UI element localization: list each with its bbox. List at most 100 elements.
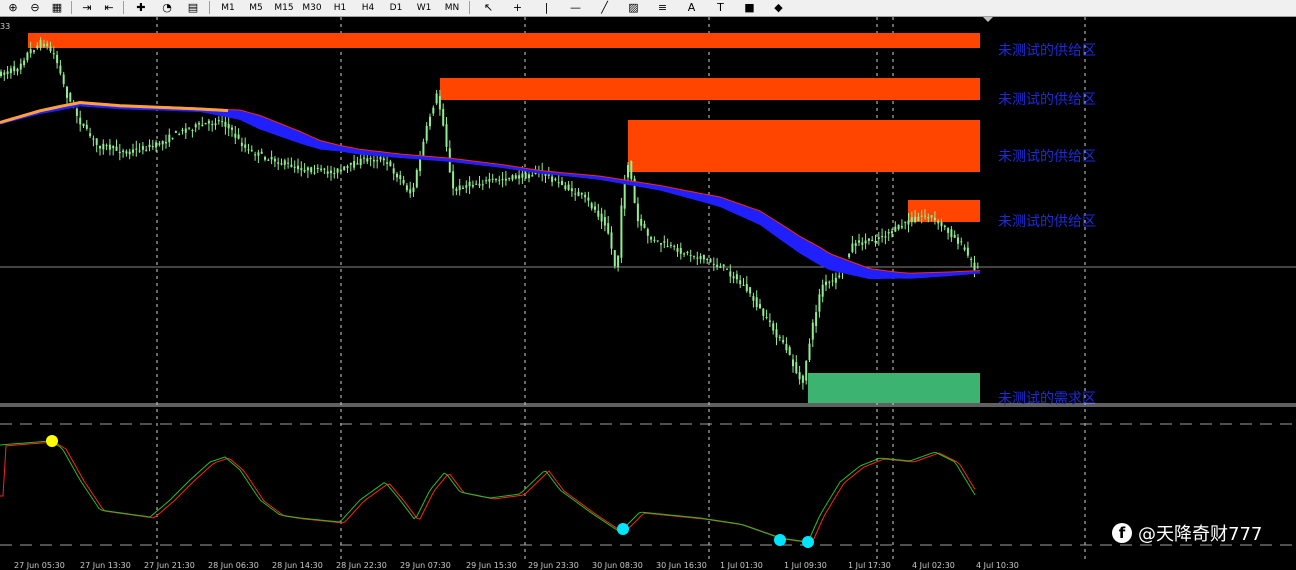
x-axis-label: 29 Jun 23:30 bbox=[528, 561, 579, 570]
candle-body bbox=[112, 146, 115, 149]
candle-body bbox=[927, 217, 930, 219]
candle-body bbox=[749, 287, 752, 294]
candle-body bbox=[600, 213, 603, 222]
candle-body bbox=[557, 182, 560, 184]
candle-body bbox=[597, 210, 600, 217]
x-axis-label: 1 Jul 09:30 bbox=[784, 561, 827, 570]
candle-body bbox=[683, 253, 686, 255]
candle-body bbox=[257, 152, 260, 156]
fibonacci-icon[interactable]: ≡ bbox=[648, 0, 677, 15]
candle-body bbox=[244, 144, 247, 148]
arrow-icon[interactable]: ■ bbox=[735, 0, 764, 15]
timeframe-m15-button[interactable]: M15 bbox=[270, 0, 298, 15]
candle-body bbox=[554, 178, 557, 180]
candle-body bbox=[900, 225, 903, 228]
candle-body bbox=[19, 63, 22, 70]
candle-body bbox=[587, 197, 590, 201]
candle-body bbox=[26, 52, 29, 61]
candle-body bbox=[531, 175, 534, 177]
text-label-icon[interactable]: T bbox=[706, 0, 735, 15]
timeframe-m5-button[interactable]: M5 bbox=[242, 0, 270, 15]
supply-zone-2 bbox=[440, 78, 980, 100]
timeframe-h1-button[interactable]: H1 bbox=[326, 0, 354, 15]
x-axis-label: 1 Jul 17:30 bbox=[848, 561, 891, 570]
shapes-icon[interactable]: ◆ bbox=[764, 0, 793, 15]
candle-body bbox=[300, 168, 303, 171]
candle-body bbox=[273, 158, 276, 162]
templates-icon[interactable]: ▤ bbox=[180, 0, 206, 15]
supply-zone-label: 未测试的供给区 bbox=[998, 43, 1096, 59]
crosshair-icon[interactable]: + bbox=[503, 0, 532, 15]
candle-body bbox=[933, 217, 936, 221]
candle-body bbox=[346, 166, 349, 168]
candle-body bbox=[716, 264, 719, 267]
timeframe-h4-button[interactable]: H4 bbox=[354, 0, 382, 15]
candle-body bbox=[62, 74, 65, 85]
channel-icon[interactable]: ▨ bbox=[619, 0, 648, 15]
candle-body bbox=[821, 284, 824, 297]
candle-body bbox=[732, 276, 735, 279]
candle-body bbox=[198, 123, 200, 125]
candle-body bbox=[511, 175, 514, 180]
toolbar: ⊕ ⊖ ▦ ⇥ ⇤ ✚ ◔ ▤ M1 M5 M15 M30 H1 H4 D1 W1 MN ↖ + | — ╱ ▨ ≡ A T ■ ◆ bbox=[0, 0, 1296, 17]
candle-body bbox=[937, 221, 940, 224]
zoom-in-icon[interactable]: ⊕ bbox=[2, 0, 24, 15]
text-tool-icon[interactable]: A bbox=[677, 0, 706, 15]
candle-body bbox=[283, 160, 286, 165]
candle-body bbox=[930, 215, 933, 218]
candle-body bbox=[524, 172, 527, 179]
indicators-icon[interactable]: ✚ bbox=[128, 0, 154, 15]
candle-body bbox=[115, 146, 118, 151]
timeframe-w1-button[interactable]: W1 bbox=[410, 0, 438, 15]
candle-body bbox=[191, 129, 194, 131]
candle-body bbox=[122, 150, 125, 152]
cursor-icon[interactable]: ↖ bbox=[474, 0, 503, 15]
candle-body bbox=[838, 275, 841, 278]
candle-body bbox=[699, 256, 702, 260]
candle-body bbox=[277, 162, 280, 164]
candle-body bbox=[306, 167, 309, 171]
candle-body bbox=[320, 168, 323, 171]
candle-body bbox=[848, 253, 851, 258]
periods-icon[interactable]: ◔ bbox=[154, 0, 180, 15]
timeframe-m1-button[interactable]: M1 bbox=[214, 0, 242, 15]
candle-body bbox=[452, 171, 455, 189]
candle-body bbox=[943, 225, 946, 228]
horizontal-line-icon[interactable]: — bbox=[561, 0, 590, 15]
candle-body bbox=[468, 181, 471, 187]
candle-body bbox=[23, 60, 26, 66]
candle-body bbox=[864, 240, 867, 244]
candle-body bbox=[303, 169, 306, 172]
tile-windows-icon[interactable]: ▦ bbox=[46, 0, 68, 15]
candle-body bbox=[141, 146, 144, 150]
candle-body bbox=[940, 221, 943, 227]
candle-body bbox=[99, 145, 101, 149]
chart-area[interactable] bbox=[0, 17, 1296, 570]
ma-ribbon-warm bbox=[0, 101, 229, 124]
timeframe-mn-button[interactable]: MN bbox=[438, 0, 466, 15]
chart-shift-icon[interactable]: ⇤ bbox=[98, 0, 120, 15]
candle-body bbox=[528, 174, 530, 179]
candle-body bbox=[551, 176, 554, 182]
candle-body bbox=[831, 280, 834, 282]
timeframe-m30-button[interactable]: M30 bbox=[298, 0, 326, 15]
candle-body bbox=[396, 173, 398, 178]
candle-body bbox=[834, 277, 837, 283]
zoom-out-icon[interactable]: ⊖ bbox=[24, 0, 46, 15]
timeframe-d1-button[interactable]: D1 bbox=[382, 0, 410, 15]
candle-body bbox=[706, 258, 709, 260]
auto-scroll-icon[interactable]: ⇥ bbox=[76, 0, 98, 15]
candle-body bbox=[603, 217, 606, 226]
candle-body bbox=[118, 151, 121, 153]
trendline-icon[interactable]: ╱ bbox=[590, 0, 619, 15]
candle-body bbox=[402, 179, 405, 184]
candle-body bbox=[818, 294, 821, 312]
candle-body bbox=[676, 248, 679, 252]
candle-body bbox=[178, 134, 181, 136]
candle-body bbox=[455, 188, 458, 191]
candle-body bbox=[290, 164, 293, 168]
candle-body bbox=[574, 193, 577, 195]
candle-body bbox=[564, 185, 567, 190]
vertical-line-icon[interactable]: | bbox=[532, 0, 561, 15]
candle-body bbox=[359, 158, 362, 166]
